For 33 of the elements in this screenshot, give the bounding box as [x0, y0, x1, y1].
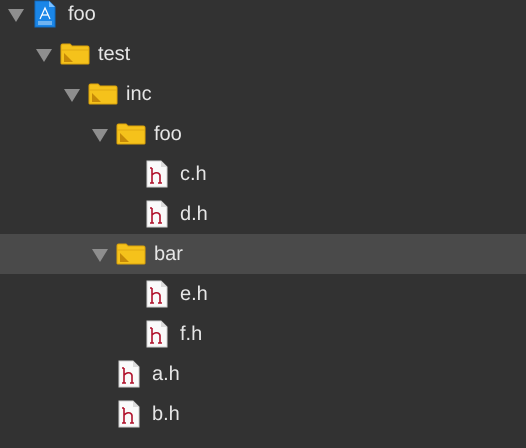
- tree-item-label: foo: [154, 122, 182, 146]
- tree-row[interactable]: f.h: [0, 314, 526, 354]
- folder-icon: [88, 83, 118, 105]
- folder-icon: [116, 123, 146, 145]
- tree-item-label: foo: [68, 2, 96, 26]
- tree-row[interactable]: test: [0, 34, 526, 74]
- tree-row[interactable]: a.h: [0, 354, 526, 394]
- folder-icon: [116, 243, 146, 265]
- tree-row[interactable]: foo: [0, 0, 526, 34]
- tree-row[interactable]: b.h: [0, 394, 526, 434]
- tree-item-label: f.h: [180, 322, 202, 346]
- tree-row[interactable]: foo: [0, 114, 526, 154]
- header-file-icon: [118, 400, 140, 428]
- tree-item-label: a.h: [152, 362, 180, 386]
- tree-item-label: e.h: [180, 282, 208, 306]
- tree-item-label: d.h: [180, 202, 208, 226]
- folder-icon: [60, 43, 90, 65]
- tree-row[interactable]: e.h: [0, 274, 526, 314]
- tree-item-label: bar: [154, 242, 183, 266]
- tree-item-label: test: [98, 42, 130, 66]
- header-file-icon: [118, 360, 140, 388]
- tree-row[interactable]: bar: [0, 234, 526, 274]
- project-file-icon: [34, 0, 56, 28]
- tree-row[interactable]: inc: [0, 74, 526, 114]
- header-file-icon: [146, 280, 168, 308]
- tree-item-label: inc: [126, 82, 152, 106]
- tree-item-label: c.h: [180, 162, 207, 186]
- header-file-icon: [146, 160, 168, 188]
- header-file-icon: [146, 320, 168, 348]
- tree-row[interactable]: d.h: [0, 194, 526, 234]
- tree-row[interactable]: c.h: [0, 154, 526, 194]
- tree-item-label: b.h: [152, 402, 180, 426]
- header-file-icon: [146, 200, 168, 228]
